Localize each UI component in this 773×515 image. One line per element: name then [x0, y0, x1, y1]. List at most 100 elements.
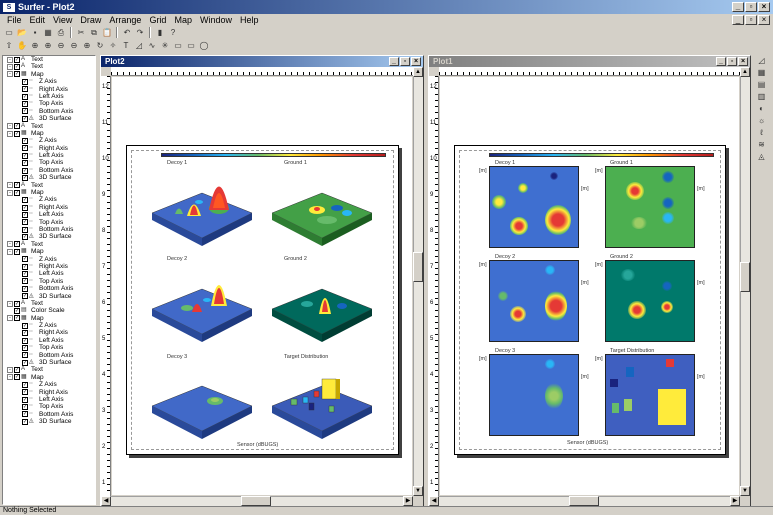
visibility-checkbox[interactable]: ✓	[22, 263, 28, 270]
ellipse-icon[interactable]: ◯	[198, 40, 210, 51]
visibility-checkbox[interactable]: ✓	[14, 71, 20, 78]
visibility-checkbox[interactable]: ✓	[14, 307, 20, 314]
expand-icon[interactable]: -	[7, 71, 13, 78]
tree-item[interactable]: ✓ ▤ Color Scale	[3, 307, 95, 314]
visibility-checkbox[interactable]: ✓	[14, 56, 20, 63]
menu-grid[interactable]: Grid	[145, 14, 170, 26]
plot2-hscroll-thumb[interactable]	[241, 496, 271, 506]
tree-item[interactable]: - ✓ ▦ Map	[3, 248, 95, 255]
new-3d-surface-icon[interactable]: ≋	[755, 139, 768, 149]
tree-item[interactable]: ✓ ┈ Top Axis	[3, 219, 95, 226]
tree-item[interactable]: ✓ ┈ Right Axis	[3, 263, 95, 270]
tree-item[interactable]: ✓ ┈ Left Axis	[3, 270, 95, 277]
tree-item[interactable]: - ✓ ▦ Map	[3, 315, 95, 322]
select-icon[interactable]: ⇧	[3, 40, 15, 51]
scroll-right-icon[interactable]: ▶	[403, 496, 413, 506]
expand-icon[interactable]: -	[7, 64, 13, 71]
paste-icon[interactable]: 📋	[101, 27, 113, 38]
visibility-checkbox[interactable]: ✓	[14, 367, 20, 374]
menu-file[interactable]: File	[3, 14, 26, 26]
visibility-checkbox[interactable]: ✓	[22, 137, 28, 144]
visibility-checkbox[interactable]: ✓	[22, 418, 28, 425]
new-surface-icon[interactable]: ℓ	[755, 127, 768, 137]
tree-item[interactable]: ✓ ◬ 3D Surface	[3, 418, 95, 425]
tree-item[interactable]: ✓ ┈ Top Axis	[3, 278, 95, 285]
tree-item[interactable]: ✓ ┈ Bottom Axis	[3, 226, 95, 233]
reshape-icon[interactable]: ✧	[107, 40, 119, 51]
tree-item[interactable]: ✓ ┈ Top Axis	[3, 100, 95, 107]
plot1-window[interactable]: Plot1 _ ▫ × 12 11 10 9 8 7 6 5 4 3 2 1 Decoy 1 Grou…	[428, 55, 751, 507]
plot1-hscroll-thumb[interactable]	[569, 496, 599, 506]
open-icon[interactable]: 📂	[16, 27, 28, 38]
scroll-left-icon[interactable]: ◀	[101, 496, 111, 506]
tree-item[interactable]: ✓ ┈ Right Axis	[3, 204, 95, 211]
new-post-map-icon[interactable]: ▦	[755, 67, 768, 77]
rotate-icon[interactable]: ↻	[94, 40, 106, 51]
expand-icon[interactable]: -	[7, 374, 13, 381]
visibility-checkbox[interactable]: ✓	[22, 152, 28, 159]
maximize-button[interactable]: ▫	[745, 2, 757, 12]
plot1-horizontal-scrollbar[interactable]: ◀ ▶	[429, 496, 740, 506]
visibility-checkbox[interactable]: ✓	[22, 226, 28, 233]
tree-item[interactable]: ✓ ◬ 3D Surface	[3, 293, 95, 300]
tree-item[interactable]: ✓ ┈ Z Axis	[3, 137, 95, 144]
save-icon[interactable]: ▪	[29, 27, 41, 38]
tree-item[interactable]: - ✓ A Text	[3, 63, 95, 70]
expand-icon[interactable]: -	[7, 123, 13, 130]
new-icon[interactable]: ▭	[3, 27, 15, 38]
plot2-close-button[interactable]: ×	[411, 57, 421, 66]
tree-item[interactable]: ✓ ┈ Z Axis	[3, 78, 95, 85]
polygon-icon[interactable]: ◿	[133, 40, 145, 51]
menu-map[interactable]: Map	[170, 14, 196, 26]
help-icon[interactable]: ?	[167, 27, 179, 38]
tree-item[interactable]: ✓ ┈ Left Axis	[3, 93, 95, 100]
zoom-in-icon[interactable]: ⊕	[29, 40, 41, 51]
visibility-checkbox[interactable]: ✓	[22, 352, 28, 359]
tree-item[interactable]: ✓ ┈ Bottom Axis	[3, 108, 95, 115]
visibility-checkbox[interactable]: ✓	[22, 108, 28, 115]
tree-item[interactable]: - ✓ A Text	[3, 241, 95, 248]
visibility-checkbox[interactable]: ✓	[22, 381, 28, 388]
scroll-down-icon[interactable]: ▼	[740, 486, 750, 496]
text-icon[interactable]: T	[120, 40, 132, 51]
overlay-icon[interactable]: ◬	[755, 151, 768, 161]
mdi-minimize-button[interactable]: _	[732, 15, 744, 25]
new-shaded-relief-icon[interactable]: ▥	[755, 91, 768, 101]
visibility-checkbox[interactable]: ✓	[22, 322, 28, 329]
visibility-checkbox[interactable]: ✓	[14, 315, 20, 322]
tree-item[interactable]: ✓ ◬ 3D Surface	[3, 174, 95, 181]
tree-item[interactable]: ✓ ┈ Right Axis	[3, 329, 95, 336]
copy-icon[interactable]: ⧉	[88, 27, 100, 38]
visibility-checkbox[interactable]: ✓	[14, 123, 20, 130]
visibility-checkbox[interactable]: ✓	[22, 396, 28, 403]
tree-item[interactable]: ✓ ┈ Right Axis	[3, 145, 95, 152]
visibility-checkbox[interactable]: ✓	[22, 344, 28, 351]
scroll-right-icon[interactable]: ▶	[730, 496, 740, 506]
menu-edit[interactable]: Edit	[26, 14, 50, 26]
expand-icon[interactable]: -	[7, 130, 13, 137]
plot1-title-bar[interactable]: Plot1 _ ▫ ×	[429, 56, 750, 67]
mdi-restore-button[interactable]: ▫	[745, 15, 757, 25]
visibility-checkbox[interactable]: ✓	[14, 189, 20, 196]
new-vector-map-icon[interactable]: ◐	[755, 103, 768, 113]
tree-item[interactable]: - ✓ ▦ Map	[3, 130, 95, 137]
visibility-checkbox[interactable]: ✓	[14, 248, 20, 255]
visibility-checkbox[interactable]: ✓	[14, 64, 20, 71]
zoom-fit-icon[interactable]: ⊖	[68, 40, 80, 51]
close-button[interactable]: ×	[758, 2, 770, 12]
plot1-close-button[interactable]: ×	[738, 57, 748, 66]
plot2-title-bar[interactable]: Plot2 _ ▫ ×	[101, 56, 423, 67]
visibility-checkbox[interactable]: ✓	[22, 86, 28, 93]
redo-icon[interactable]: ↷	[134, 27, 146, 38]
plot1-vscroll-thumb[interactable]	[740, 262, 750, 292]
new-contour-map-icon[interactable]: ◿	[755, 55, 768, 65]
print-icon[interactable]: ⎙	[55, 27, 67, 38]
visibility-checkbox[interactable]: ✓	[22, 330, 28, 337]
tree-item[interactable]: - ✓ ▦ Map	[3, 189, 95, 196]
menu-draw[interactable]: Draw	[76, 14, 105, 26]
scroll-left-icon[interactable]: ◀	[429, 496, 439, 506]
visibility-checkbox[interactable]: ✓	[22, 389, 28, 396]
object-manager-tree[interactable]: - ✓ A Text - ✓ A Text - ✓ ▦ Map ✓ ┈ Z Axis ✓ ┈ Right Axis…	[2, 55, 96, 505]
plot2-canvas[interactable]: Decoy 1 Ground 1 Decoy 2 Ground 2 Decoy …	[112, 77, 412, 495]
scroll-up-icon[interactable]: ▲	[740, 67, 750, 77]
